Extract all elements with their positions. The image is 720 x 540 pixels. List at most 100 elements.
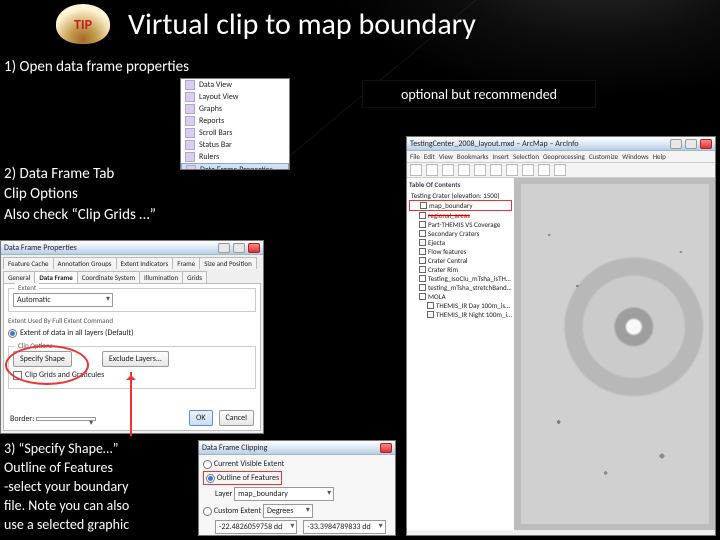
ok-button[interactable]: OK — [189, 410, 212, 426]
tab-frame[interactable]: Frame — [172, 257, 200, 269]
view-menu[interactable]: Data View Layout View Graphs Reports Scr… — [180, 78, 290, 170]
toc-node[interactable]: Secondary Craters — [409, 229, 512, 238]
menu-item[interactable]: Rulers — [181, 151, 289, 163]
clip-layer-select[interactable]: map_boundary — [234, 487, 334, 501]
toolbar-button[interactable] — [506, 164, 518, 176]
toc-node[interactable]: Flow features — [409, 247, 512, 256]
toolbar-button[interactable] — [474, 164, 486, 176]
toolbar-button[interactable] — [410, 164, 422, 176]
checkbox-icon[interactable] — [419, 266, 426, 273]
minimize-button[interactable] — [670, 139, 682, 149]
checkbox-icon[interactable] — [419, 257, 426, 264]
menu-item[interactable]: Status Bar — [181, 139, 289, 151]
toc-root[interactable]: Testing Crater (elevation: 1500) — [409, 191, 512, 200]
checkbox-icon[interactable] — [419, 275, 426, 282]
toc-node[interactable]: Part-THEMIS VS Coverage — [409, 220, 512, 229]
toc-node[interactable]: Testing_IsoClu_mTsha_isTHd_sg5 — [409, 274, 512, 283]
checkbox-icon[interactable] — [419, 293, 426, 300]
tab-general[interactable]: General — [3, 271, 35, 283]
menu-edit[interactable]: Edit — [424, 152, 435, 161]
tab-grids[interactable]: Grids — [182, 271, 207, 283]
menu-geoprocessing[interactable]: Geoprocessing — [543, 152, 585, 161]
toc-node[interactable]: Ejecta — [409, 238, 512, 247]
menu-item-dfp[interactable]: Data Frame Properties — [181, 163, 289, 170]
menu-customize[interactable]: Customize — [589, 152, 618, 161]
toc-node[interactable]: testing_mTsha_stretchBand1 sTRejection.d… — [409, 283, 512, 292]
close-button[interactable] — [380, 443, 392, 453]
checkbox-icon[interactable] — [419, 239, 426, 246]
menu-bookmarks[interactable]: Bookmarks — [457, 152, 489, 161]
arcmap-toolbar[interactable] — [407, 163, 715, 178]
tab-annotation-groups[interactable]: Annotation Groups — [53, 257, 117, 269]
clip-opt-custom[interactable]: Custom Extent Degrees — [203, 504, 391, 518]
menu-item[interactable]: Layout View — [181, 91, 289, 103]
checkbox-icon[interactable] — [419, 212, 426, 219]
menu-file[interactable]: File — [410, 152, 420, 161]
tab-size-position[interactable]: Size and Position — [199, 257, 257, 269]
border-select[interactable] — [36, 417, 96, 421]
data-frame-clipping-dialog[interactable]: Data Frame Clipping Current Visible Exte… — [198, 440, 396, 536]
menu-selection[interactable]: Selection — [513, 152, 539, 161]
tab-illumination[interactable]: Illumination — [139, 271, 183, 283]
tab-extent-indicators[interactable]: Extent Indicators — [116, 257, 174, 269]
arcmap-window[interactable]: TestingCenter_2008_layout.mxd – ArcMap –… — [406, 136, 716, 536]
menu-item[interactable]: Reports — [181, 115, 289, 127]
toolbar-button[interactable] — [522, 164, 534, 176]
toolbar-button[interactable] — [426, 164, 438, 176]
specify-shape-button[interactable]: Specify Shape — [13, 351, 72, 367]
close-button[interactable] — [248, 243, 260, 253]
clip-top-field[interactable]: -22.4826059758 dd — [215, 520, 297, 534]
toc-node[interactable]: Crater Central — [409, 256, 512, 265]
toc-node-boundary[interactable]: map_boundary — [409, 200, 512, 211]
menu-item[interactable]: Data View — [181, 79, 289, 91]
toc-node[interactable]: MOLA — [409, 292, 512, 301]
toolbar-button[interactable] — [490, 164, 502, 176]
checkbox-icon[interactable] — [419, 230, 426, 237]
maximize-button[interactable] — [233, 243, 245, 253]
menu-item[interactable]: Graphs — [181, 103, 289, 115]
menu-windows[interactable]: Windows — [622, 152, 649, 161]
extent-default-radio[interactable]: Extent of data in all layers (Default) — [8, 328, 256, 338]
tab-data-frame[interactable]: Data Frame — [34, 271, 77, 283]
clip-bottom-field[interactable]: -33.3984789833 dd — [303, 520, 385, 534]
cancel-button[interactable]: Cancel — [219, 410, 255, 426]
toolbar-button[interactable] — [538, 164, 550, 176]
clip-units-select[interactable]: Degrees — [263, 504, 313, 518]
table-of-contents[interactable]: Table Of Contents Testing Crater (elevat… — [407, 178, 515, 530]
extent-select[interactable]: Automatic — [13, 293, 113, 307]
clip-opt-outline[interactable]: Outline of Features — [203, 471, 282, 485]
toc-node[interactable]: THEMIS_IR Day 100m_isTHd.jp2 — [409, 301, 512, 310]
clip-titlebar[interactable]: Data Frame Clipping — [199, 441, 395, 455]
checkbox-icon[interactable] — [419, 248, 426, 255]
toc-node[interactable]: Crater Rim — [409, 265, 512, 274]
menu-insert[interactable]: Insert — [493, 152, 509, 161]
checkbox-icon[interactable] — [420, 202, 427, 209]
minimize-button[interactable] — [218, 243, 230, 253]
cancel-label: Cancel — [226, 413, 248, 423]
exclude-layers-button[interactable]: Exclude Layers... — [102, 351, 169, 367]
crater-imagery — [521, 184, 709, 524]
dfp-titlebar[interactable]: Data Frame Properties — [1, 241, 263, 255]
toolbar-button[interactable] — [458, 164, 470, 176]
menu-help[interactable]: Help — [653, 152, 666, 161]
toolbar-button[interactable] — [554, 164, 566, 176]
checkbox-icon[interactable] — [419, 221, 426, 228]
toc-node[interactable]: THEMIS_IR Night 100m_isTHd.jp2 — [409, 310, 512, 319]
checkbox-icon[interactable] — [419, 284, 426, 291]
tab-feature-cache[interactable]: Feature Cache — [3, 257, 54, 269]
menu-item[interactable]: Scroll Bars — [181, 127, 289, 139]
step2-line2: Clip Options — [4, 184, 156, 204]
close-button[interactable] — [700, 139, 712, 149]
checkbox-icon[interactable] — [427, 302, 434, 309]
arcmap-titlebar[interactable]: TestingCenter_2008_layout.mxd – ArcMap –… — [407, 137, 715, 151]
toc-node[interactable]: regional_areas — [409, 211, 512, 220]
maximize-button[interactable] — [685, 139, 697, 149]
data-frame-properties-dialog[interactable]: Data Frame Properties Feature Cache Anno… — [0, 240, 264, 434]
checkbox-icon[interactable] — [427, 311, 434, 318]
map-view[interactable] — [515, 178, 715, 530]
menu-view[interactable]: View — [439, 152, 453, 161]
arcmap-menubar[interactable]: File Edit View Bookmarks Insert Selectio… — [407, 151, 715, 163]
toolbar-button[interactable] — [442, 164, 454, 176]
tab-coord-sys[interactable]: Coordinate System — [77, 271, 140, 283]
clip-opt-current[interactable]: Current Visible Extent — [203, 459, 391, 469]
